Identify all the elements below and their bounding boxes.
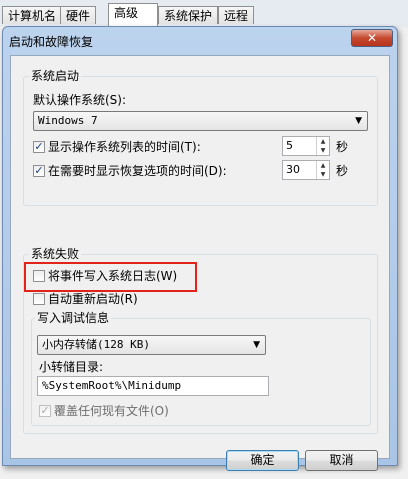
os-list-time-stepper[interactable]: 5 ▲ ▼ <box>282 136 330 156</box>
parent-tab-strip: 计算机名 硬件 高级 系统保护 远程 <box>0 0 408 27</box>
overwrite-label: 覆盖任何现有文件(O) <box>54 404 169 418</box>
tab-remote[interactable]: 远程 <box>218 6 255 24</box>
overwrite-checkbox[interactable]: ✓ <box>39 405 51 417</box>
check-icon: ✓ <box>40 404 50 417</box>
chevron-down-icon: ▼ <box>253 340 260 350</box>
default-os-select[interactable]: Windows 7 ▼ <box>33 111 368 131</box>
system-failure-label: 系统失败 <box>29 247 82 261</box>
cancel-button[interactable]: 取消 <box>305 450 378 471</box>
dialog-body: 系统启动 默认操作系统(S): Windows 7 ▼ ✓ 显示操作系统列表的时… <box>10 55 390 471</box>
default-os-value: Windows 7 <box>38 114 98 127</box>
ok-button[interactable]: 确定 <box>226 450 299 471</box>
check-icon: ✓ <box>34 164 44 177</box>
spin-down-icon[interactable]: ▼ <box>317 170 329 179</box>
debug-info-label: 写入调试信息 <box>35 311 112 325</box>
recovery-time-unit: 秒 <box>336 164 349 178</box>
os-list-time-value: 5 <box>286 139 293 152</box>
write-event-checkbox[interactable] <box>33 270 45 282</box>
close-icon: ✕ <box>366 31 378 45</box>
default-os-label: 默认操作系统(S): <box>33 93 127 107</box>
spin-up-icon[interactable]: ▲ <box>317 161 329 170</box>
recovery-time-stepper[interactable]: 30 ▲ ▼ <box>282 160 330 180</box>
recovery-time-value: 30 <box>286 163 300 176</box>
system-startup-label: 系统启动 <box>29 69 82 83</box>
auto-restart-checkbox[interactable] <box>33 293 45 305</box>
recovery-time-spin-buttons[interactable]: ▲ ▼ <box>316 161 329 179</box>
os-list-time-spin-buttons[interactable]: ▲ ▼ <box>316 137 329 155</box>
dump-dir-label: 小转储目录: <box>39 360 104 374</box>
dump-type-select[interactable]: 小内存转储(128 KB) ▼ <box>37 335 266 355</box>
tab-hardware[interactable]: 硬件 <box>60 6 97 24</box>
show-os-list-label: 显示操作系统列表的时间(T): <box>48 140 201 154</box>
dump-dir-field[interactable]: %SystemRoot%\Minidump <box>37 376 269 396</box>
startup-recovery-dialog: 启动和故障恢复 ✕ 系统启动 默认操作系统(S): Windows 7 ▼ ✓ … <box>2 26 398 471</box>
show-recovery-checkbox[interactable]: ✓ <box>33 165 45 177</box>
show-os-list-checkbox[interactable]: ✓ <box>33 141 45 153</box>
tab-advanced[interactable]: 高级 <box>108 3 158 27</box>
tab-system-protection[interactable]: 系统保护 <box>158 6 219 24</box>
dialog-title: 启动和故障恢复 <box>9 35 94 49</box>
chevron-down-icon: ▼ <box>355 116 362 126</box>
tab-computer-name[interactable]: 计算机名 <box>2 6 63 24</box>
spin-down-icon[interactable]: ▼ <box>317 146 329 155</box>
auto-restart-label: 自动重新启动(R) <box>48 292 138 306</box>
show-recovery-label: 在需要时显示恢复选项的时间(D): <box>48 164 227 178</box>
dump-dir-value: %SystemRoot%\Minidump <box>42 379 182 392</box>
write-event-label: 将事件写入系统日志(W) <box>48 269 178 283</box>
close-button[interactable]: ✕ <box>351 29 393 47</box>
check-icon: ✓ <box>34 140 44 153</box>
dump-type-value: 小内存转储(128 KB) <box>42 338 150 351</box>
os-list-time-unit: 秒 <box>336 140 349 154</box>
title-bar[interactable]: 启动和故障恢复 ✕ <box>3 27 397 53</box>
spin-up-icon[interactable]: ▲ <box>317 137 329 146</box>
